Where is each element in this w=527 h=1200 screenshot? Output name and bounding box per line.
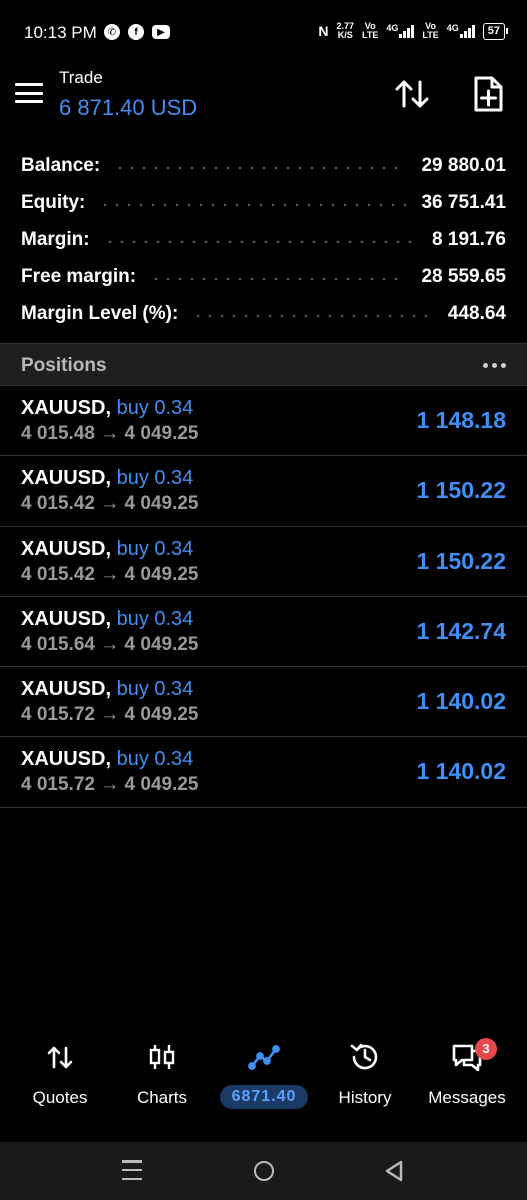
new-order-icon[interactable] bbox=[470, 74, 506, 114]
position-side: buy 0.34 bbox=[116, 467, 194, 490]
network-speed: 2.77 K/S bbox=[336, 21, 355, 40]
summary-row-margin: Margin: 8 191.76 bbox=[21, 228, 506, 250]
app-header: Trade 6 871.40 USD bbox=[0, 62, 527, 142]
sim1-volte: Vo LTE bbox=[362, 21, 379, 40]
sim2-volte: Vo LTE bbox=[422, 21, 439, 40]
summary-row-free-margin: Free margin: 28 559.65 bbox=[21, 265, 506, 287]
position-symbol: XAUUSD, bbox=[21, 607, 112, 630]
current-price: 4 049.25 bbox=[124, 423, 199, 444]
nav-messages[interactable]: 3 Messages bbox=[415, 1038, 519, 1130]
candlestick-icon bbox=[149, 1045, 175, 1069]
position-row[interactable]: XAUUSD, buy 0.34 4 015.64 → 4 049.25 1 1… bbox=[0, 597, 527, 668]
margin-level-value: 448.64 bbox=[447, 302, 506, 324]
signal-bars-icon bbox=[399, 24, 415, 38]
position-symbol: XAUUSD, bbox=[21, 467, 112, 490]
current-price: 4 049.25 bbox=[124, 563, 199, 585]
sim1-signal: 4G bbox=[386, 24, 415, 38]
position-profit: 1 150.22 bbox=[416, 547, 506, 574]
current-price: 4 049.25 bbox=[124, 774, 199, 796]
menu-icon[interactable] bbox=[14, 80, 44, 106]
current-price: 4 049.25 bbox=[124, 704, 199, 726]
system-navigation-bar bbox=[0, 1142, 527, 1200]
system-status-icons: N 2.77 K/S Vo LTE 4G Vo LTE 4G 57 bbox=[318, 21, 509, 40]
open-price: 4 015.42 bbox=[21, 493, 95, 515]
position-side: buy 0.34 bbox=[116, 537, 194, 560]
back-icon[interactable] bbox=[384, 1160, 404, 1182]
summary-row-equity: Equity: 36 751.41 bbox=[21, 192, 506, 214]
nav-trade-label: 6871.40 bbox=[219, 1085, 309, 1109]
account-profit-total: 6 871.40 USD bbox=[59, 95, 198, 120]
open-price: 4 015.64 bbox=[21, 633, 95, 655]
position-symbol: XAUUSD, bbox=[21, 537, 112, 560]
positions-section-header: Positions bbox=[0, 343, 527, 386]
history-clock-icon bbox=[350, 1043, 378, 1070]
position-side: buy 0.34 bbox=[116, 607, 194, 630]
sort-arrows-icon[interactable] bbox=[394, 76, 430, 112]
status-time: 10:13 PM bbox=[24, 23, 97, 42]
position-symbol: XAUUSD, bbox=[21, 748, 112, 771]
equity-value: 36 751.41 bbox=[421, 192, 506, 214]
nav-history-label: History bbox=[338, 1088, 392, 1107]
current-price: 4 049.25 bbox=[124, 633, 199, 655]
more-horizontal-icon[interactable] bbox=[483, 363, 506, 368]
account-summary: Balance: 29 880.01 Equity: 36 751.41 Mar… bbox=[0, 148, 527, 332]
open-price: 4 015.42 bbox=[21, 563, 95, 585]
page-title: Trade bbox=[59, 68, 103, 87]
open-price: 4 015.48 bbox=[21, 423, 95, 444]
position-row[interactable]: XAUUSD, buy 0.34 4 015.48 → 4 049.25 1 1… bbox=[0, 386, 527, 457]
summary-row-balance: Balance: 29 880.01 bbox=[21, 155, 506, 177]
nav-charts-label: Charts bbox=[136, 1088, 188, 1107]
status-bar: 10:13 PM ✆ f ▶ N 2.77 K/S Vo LTE 4G Vo L… bbox=[0, 0, 527, 62]
nav-quotes-label: Quotes bbox=[32, 1088, 88, 1107]
positions-list: XAUUSD, buy 0.34 4 015.48 → 4 049.25 1 1… bbox=[0, 386, 527, 808]
nav-trade[interactable]: 6871.40 bbox=[212, 1040, 316, 1130]
facebook-icon: f bbox=[128, 24, 144, 40]
signal-bars-icon bbox=[459, 24, 475, 38]
margin-value: 8 191.76 bbox=[432, 228, 506, 250]
notification-icons: ✆ f ▶ bbox=[104, 24, 170, 40]
trade-line-icon bbox=[248, 1045, 280, 1070]
position-side: buy 0.34 bbox=[116, 748, 194, 771]
nav-charts[interactable]: Charts bbox=[110, 1040, 214, 1130]
home-icon[interactable] bbox=[254, 1161, 274, 1181]
battery-icon: 57 bbox=[482, 22, 509, 40]
balance-value: 29 880.01 bbox=[421, 155, 506, 177]
position-symbol: XAUUSD, bbox=[21, 397, 112, 419]
unread-badge: 3 bbox=[475, 1038, 497, 1060]
position-row[interactable]: XAUUSD, buy 0.34 4 015.42 → 4 049.25 1 1… bbox=[0, 527, 527, 597]
nav-messages-label: Messages bbox=[428, 1088, 506, 1107]
position-row[interactable]: XAUUSD, buy 0.34 4 015.72 → 4 049.25 1 1… bbox=[0, 737, 527, 808]
position-symbol: XAUUSD, bbox=[21, 678, 112, 701]
open-price: 4 015.72 bbox=[21, 774, 95, 796]
bottom-navigation: Quotes Charts 6871.40 History 3 Messages bbox=[0, 1030, 527, 1140]
position-profit: 1 142.74 bbox=[416, 617, 506, 644]
nav-quotes[interactable]: Quotes bbox=[8, 1040, 112, 1130]
positions-title: Positions bbox=[21, 355, 107, 376]
position-profit: 1 150.22 bbox=[416, 477, 506, 504]
whatsapp-icon: ✆ bbox=[104, 24, 120, 40]
summary-row-margin-level: Margin Level (%): 448.64 bbox=[21, 302, 506, 324]
current-price: 4 049.25 bbox=[124, 493, 199, 515]
open-price: 4 015.72 bbox=[21, 704, 95, 726]
position-side: buy 0.34 bbox=[116, 397, 194, 419]
position-profit: 1 140.02 bbox=[416, 688, 506, 715]
nfc-icon: N bbox=[318, 23, 329, 39]
nav-history[interactable]: History bbox=[313, 1040, 417, 1130]
youtube-icon: ▶ bbox=[152, 25, 170, 39]
position-profit: 1 140.02 bbox=[416, 758, 506, 785]
position-profit: 1 148.18 bbox=[416, 407, 506, 433]
position-row[interactable]: XAUUSD, buy 0.34 4 015.72 → 4 049.25 1 1… bbox=[0, 667, 527, 738]
recents-icon[interactable] bbox=[122, 1160, 142, 1180]
sim2-signal: 4G bbox=[447, 24, 475, 38]
quotes-arrows-icon bbox=[47, 1046, 73, 1069]
free-margin-value: 28 559.65 bbox=[421, 265, 506, 287]
position-row[interactable]: XAUUSD, buy 0.34 4 015.42 → 4 049.25 1 1… bbox=[0, 456, 527, 527]
position-side: buy 0.34 bbox=[116, 678, 194, 701]
